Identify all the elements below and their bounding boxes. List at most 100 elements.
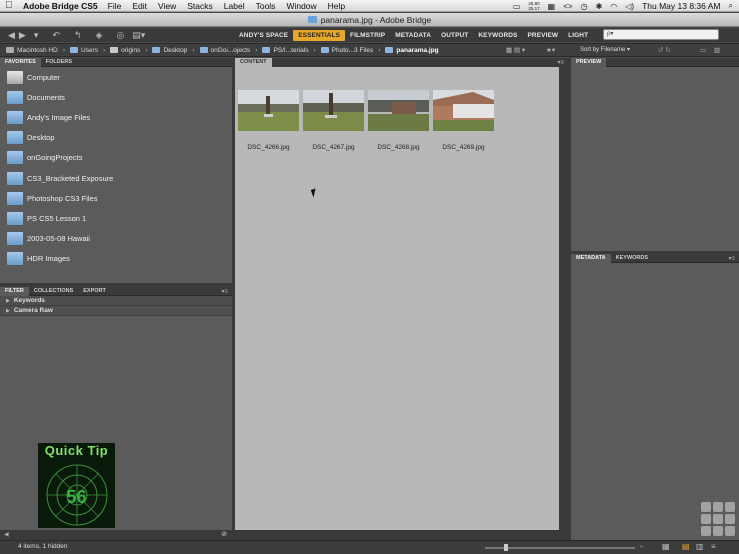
search-input[interactable]: ρ▾ — [603, 29, 719, 40]
menu-view[interactable]: View — [158, 1, 176, 11]
volume-icon[interactable]: ◁) — [625, 2, 634, 11]
camera-icon[interactable]: ◈ — [95, 30, 102, 41]
panel-menu-icon[interactable]: ▾≡ — [728, 255, 735, 262]
breadcrumb-current[interactable]: panarama.jpg — [385, 47, 439, 54]
workspace-filmstrip[interactable]: FILMSTRIP — [345, 30, 390, 41]
favorite-item[interactable]: CS3_Bracketed Exposure — [0, 168, 232, 188]
content-vertical-scrollbar[interactable] — [559, 67, 568, 530]
favorite-item[interactable]: 2003-05-08 Hawaii — [0, 229, 232, 249]
recent-folders-icon[interactable]: ▾ — [34, 30, 39, 41]
script-icon[interactable]: <> — [563, 2, 572, 11]
panel-menu-icon[interactable]: ▾≡ — [557, 59, 564, 66]
menubar-clock[interactable]: Thu May 13 8:36 AM — [642, 1, 720, 11]
favorite-item[interactable]: Andy's Image Files — [0, 107, 232, 127]
favorite-item[interactable]: Photoshop CS3 Files — [0, 188, 232, 208]
workspace-preview[interactable]: PREVIEW — [522, 30, 563, 41]
time-machine-icon[interactable]: ◷ — [581, 2, 588, 11]
delete-icon[interactable]: ▥ — [714, 46, 720, 54]
reveal-icon[interactable]: ↶ — [52, 30, 60, 41]
breadcrumb-item[interactable]: PS/I...terials › — [262, 47, 316, 54]
folder-icon — [262, 47, 271, 53]
menu-tools[interactable]: Tools — [256, 1, 276, 11]
favorites-tabs: FAVORITES FOLDERS — [0, 57, 232, 67]
preview-tabs: PREVIEW — [571, 57, 739, 67]
filter-keywords[interactable]: ▶ Keywords — [0, 296, 232, 306]
rotate-icon[interactable]: ↺ ↻ — [658, 46, 671, 54]
menu-stacks[interactable]: Stacks — [187, 1, 213, 11]
app-menu[interactable]: Adobe Bridge CS5 — [23, 1, 98, 11]
menu-window[interactable]: Window — [286, 1, 316, 11]
tab-collections[interactable]: COLLECTIONS — [29, 287, 78, 296]
thumbnail-size-slider-knob[interactable] — [504, 544, 508, 551]
thumbnail-view-icon[interactable]: ▤ — [682, 542, 690, 551]
favorite-item[interactable]: Documents — [0, 87, 232, 107]
content-horizontal-scrollbar[interactable] — [235, 530, 568, 540]
panel-menu-icon[interactable]: ▾≡ — [221, 288, 228, 295]
tab-folders[interactable]: FOLDERS — [41, 58, 77, 67]
breadcrumb-item[interactable]: origins › — [110, 47, 147, 54]
zoom-in-icon[interactable]: ▫ — [640, 542, 643, 551]
mac-menubar:  Adobe Bridge CS5 File Edit View Stacks… — [0, 0, 739, 12]
menu-file[interactable]: File — [108, 1, 122, 11]
details-view-icon[interactable]: ▥ — [696, 542, 704, 551]
tab-export[interactable]: EXPORT — [78, 287, 111, 296]
tab-content[interactable]: CONTENT — [235, 58, 272, 67]
tab-filter[interactable]: FILTER — [0, 286, 29, 296]
favorite-item[interactable]: onGoingProjects — [0, 148, 232, 168]
no-filter-icon[interactable]: ⊘ — [221, 530, 227, 538]
tab-metadata[interactable]: METADATA — [571, 253, 611, 263]
open-in-camera-raw-icon[interactable]: ▤▾ — [132, 30, 145, 41]
workspace-keywords[interactable]: KEYWORDS — [473, 30, 522, 41]
view-options-icon[interactable]: ▦ ▤ ▾ — [506, 46, 525, 54]
favorite-item[interactable]: Desktop — [0, 128, 232, 148]
menu-label[interactable]: Label — [224, 1, 245, 11]
menubar-extra-icon[interactable]: ▦ — [548, 2, 556, 11]
workspace-metadata[interactable]: METADATA — [390, 30, 436, 41]
display-icon[interactable]: ▭ — [513, 2, 521, 11]
list-view-icon[interactable]: ≡ — [711, 542, 716, 551]
spotlight-icon[interactable]: ⌕ — [729, 1, 733, 11]
apple-icon[interactable]:  — [5, 0, 15, 12]
thumbnail-filename: DSC_4268.jpg — [377, 144, 420, 151]
boomerang-icon[interactable]: ↰ — [74, 30, 82, 41]
folder-icon — [152, 47, 161, 53]
wifi-icon[interactable]: ◠ — [610, 2, 617, 11]
workspace-output[interactable]: OUTPUT — [436, 30, 473, 41]
back-icon[interactable]: ◀ — [8, 30, 15, 41]
filter-tabs: FILTER COLLECTIONS EXPORT ▾≡ — [0, 286, 232, 296]
menu-help[interactable]: Help — [328, 1, 345, 11]
favorite-item[interactable]: PS CS5 Lesson 1 — [0, 208, 232, 228]
menu-edit[interactable]: Edit — [132, 1, 147, 11]
workspace-andys-space[interactable]: ANDY'S SPACE — [234, 30, 293, 41]
folder-icon — [7, 151, 23, 165]
drive-icon — [6, 47, 14, 53]
tab-keywords[interactable]: KEYWORDS — [611, 254, 653, 263]
quick-tip-badge: Quick Tip 56 — [38, 443, 115, 528]
bluetooth-icon[interactable]: ✱ — [596, 2, 603, 11]
new-folder-icon[interactable]: ▭ — [700, 46, 706, 54]
favorites-list: Computer Documents Andy's Image Files De… — [0, 67, 232, 283]
favorite-computer[interactable]: Computer — [0, 67, 232, 87]
forward-icon[interactable]: ▶ — [19, 30, 26, 41]
breadcrumb-item[interactable]: Desktop › — [152, 47, 195, 54]
star-filter-icon[interactable]: ★▾ — [546, 46, 555, 54]
thumbnail-item[interactable]: DSC_4269.jpg — [431, 90, 496, 151]
grid-view-icon[interactable]: ▦ — [662, 542, 670, 551]
scroll-left-icon[interactable]: ◀ — [4, 531, 9, 538]
breadcrumb-item[interactable]: Users › — [70, 47, 105, 54]
tab-preview[interactable]: PREVIEW — [571, 57, 607, 67]
thumbnail-item[interactable]: DSC_4267.jpg — [301, 90, 366, 151]
refine-icon[interactable]: ◎ — [116, 30, 124, 41]
favorite-item[interactable]: HDR Images — [0, 249, 232, 269]
filter-camera-raw[interactable]: ▶ Camera Raw — [0, 306, 232, 316]
thumbnail-item[interactable]: DSC_4266.jpg — [236, 90, 301, 151]
thumbnail-image — [303, 90, 364, 131]
workspace-light[interactable]: LIGHT — [563, 30, 593, 41]
thumbnail-item[interactable]: DSC_4268.jpg — [366, 90, 431, 151]
workspace-essentials[interactable]: ESSENTIALS — [293, 29, 346, 41]
breadcrumb-item[interactable]: Macintosh HD › — [6, 47, 65, 54]
tab-favorites[interactable]: FAVORITES — [0, 57, 41, 67]
breadcrumb-item[interactable]: Photo...3 Files › — [320, 47, 380, 54]
sort-dropdown[interactable]: Sort by Filename ▾ — [580, 46, 630, 53]
breadcrumb-item[interactable]: onGoi...ojects › — [199, 47, 257, 54]
